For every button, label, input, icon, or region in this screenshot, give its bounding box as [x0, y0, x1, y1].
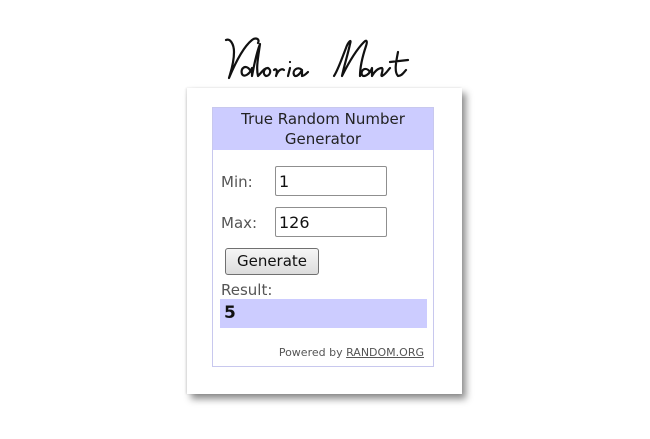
widget-header: True Random Number Generator: [213, 108, 433, 150]
widget-card: True Random Number Generator Min: Max: G…: [187, 88, 462, 394]
max-input[interactable]: [275, 207, 387, 237]
result-label: Result:: [221, 281, 273, 299]
min-label: Min:: [221, 173, 253, 191]
widget-title: True Random Number Generator: [241, 110, 405, 148]
min-input[interactable]: [275, 166, 387, 196]
result-value: 5: [220, 299, 427, 328]
random-number-widget: True Random Number Generator Min: Max: G…: [212, 107, 434, 367]
powered-by-text: Powered by: [278, 346, 343, 359]
signature-logo: [224, 37, 410, 80]
powered-by: Powered by RANDOM.ORG: [279, 346, 424, 359]
generate-button[interactable]: Generate: [225, 248, 319, 275]
random-org-link[interactable]: RANDOM.ORG: [346, 346, 424, 359]
max-label: Max:: [221, 214, 258, 232]
